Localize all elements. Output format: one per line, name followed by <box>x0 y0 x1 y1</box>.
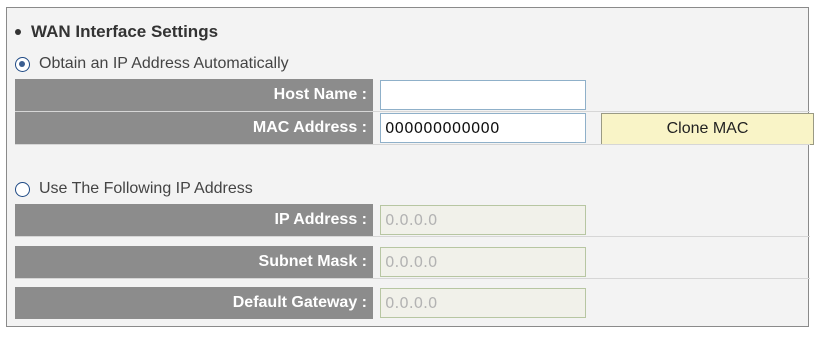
host-name-label: Host Name : <box>15 79 373 111</box>
obtain-ip-automatically-option[interactable]: Obtain an IP Address Automatically <box>15 55 289 73</box>
default-gateway-input[interactable]: 0.0.0.0 <box>380 288 586 318</box>
obtain-ip-automatically-label: Obtain an IP Address Automatically <box>39 55 289 72</box>
wan-settings-panel: WAN Interface Settings Obtain an IP Addr… <box>6 7 814 327</box>
subnet-mask-input[interactable]: 0.0.0.0 <box>380 247 586 277</box>
ip-address-row: IP Address : 0.0.0.0 <box>15 204 810 237</box>
radio-selected-icon[interactable] <box>15 56 30 72</box>
bullet-icon <box>15 29 21 35</box>
row-divider <box>15 278 810 279</box>
host-name-input[interactable] <box>380 80 586 110</box>
row-divider <box>15 236 810 237</box>
section-title: WAN Interface Settings <box>15 22 218 42</box>
default-gateway-row: Default Gateway : 0.0.0.0 <box>15 287 810 319</box>
default-gateway-label: Default Gateway : <box>15 287 373 319</box>
radio-unselected-icon[interactable] <box>15 181 30 197</box>
row-divider <box>15 144 810 145</box>
section-title-text: WAN Interface Settings <box>31 22 219 41</box>
clone-mac-button[interactable]: Clone MAC <box>601 113 814 145</box>
mac-address-row: MAC Address : 000000000000 Clone MAC <box>15 112 814 145</box>
use-following-ip-label: Use The Following IP Address <box>39 180 253 197</box>
use-following-ip-option[interactable]: Use The Following IP Address <box>15 180 253 198</box>
mac-address-input[interactable]: 000000000000 <box>380 113 586 143</box>
ip-address-input[interactable]: 0.0.0.0 <box>380 205 586 235</box>
mac-address-label: MAC Address : <box>15 112 373 144</box>
subnet-mask-row: Subnet Mask : 0.0.0.0 <box>15 246 810 279</box>
ip-address-label: IP Address : <box>15 204 373 236</box>
host-name-row: Host Name : <box>15 79 810 112</box>
subnet-mask-label: Subnet Mask : <box>15 246 373 278</box>
